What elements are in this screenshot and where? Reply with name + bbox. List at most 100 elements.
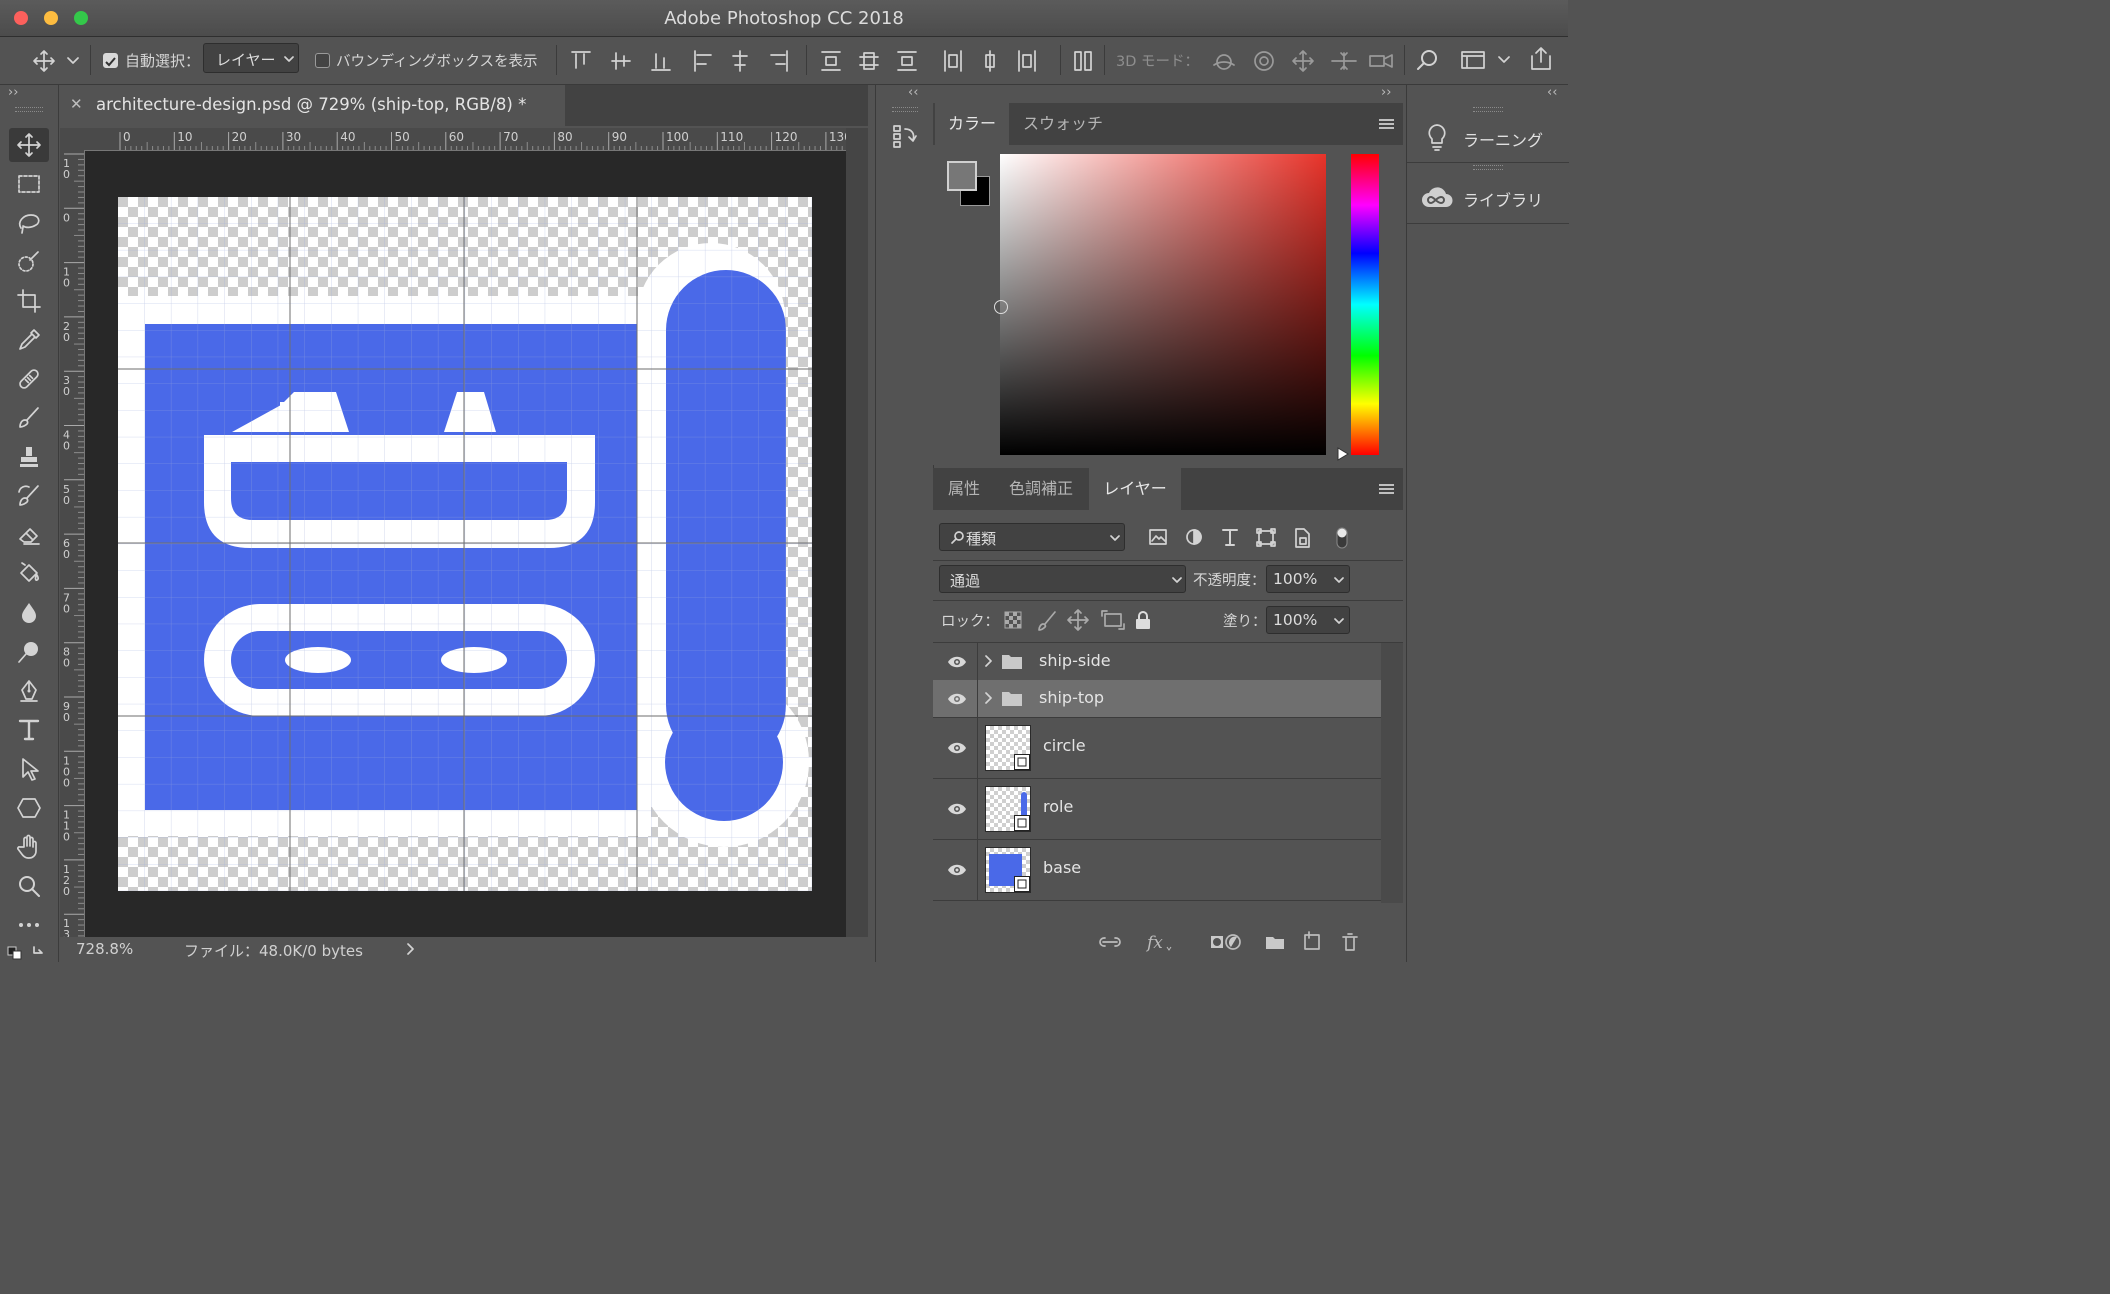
chevron-down-icon[interactable] <box>67 57 79 65</box>
lock-icons[interactable] <box>1003 608 1153 632</box>
document-tab[interactable]: ✕ architecture-design.psd @ 729% (ship-t… <box>60 85 565 126</box>
move-tool-icon[interactable] <box>32 49 56 73</box>
eraser-tool[interactable] <box>9 518 49 552</box>
layer-filter-icons[interactable] <box>1147 526 1367 550</box>
horizontal-ruler[interactable]: 0 10 20 30 40 50 60 70 80 90 100 110 120 130 <box>84 128 852 151</box>
libraries-panel-button[interactable]: ライブラリ <box>1407 173 1569 224</box>
chevron-right-icon[interactable] <box>985 692 993 704</box>
layers-panel-tabs: 属性 色調補正 レイヤー <box>933 468 1403 510</box>
blend-mode-select[interactable]: 通過 <box>939 565 1186 593</box>
collapse-panel-icon[interactable]: ‹‹ <box>1547 85 1557 100</box>
folder-icon <box>1002 692 1022 706</box>
layer-name: circle <box>1043 736 1086 755</box>
search-icon[interactable] <box>1416 47 1442 73</box>
eye-icon[interactable] <box>947 692 967 706</box>
brush-tool[interactable] <box>9 401 49 435</box>
color-field[interactable] <box>994 154 1326 455</box>
move-tool[interactable] <box>9 128 49 162</box>
panel-menu-icon[interactable] <box>1379 119 1394 121</box>
history-brush-tool[interactable] <box>9 479 49 513</box>
vertical-scrollbar[interactable] <box>846 128 868 937</box>
hue-slider[interactable] <box>1351 154 1379 455</box>
layer-filter-select[interactable]: 種類 <box>939 523 1125 551</box>
auto-select-target-select[interactable]: レイヤー <box>203 43 299 73</box>
eye-icon[interactable] <box>947 802 967 816</box>
panel-grip[interactable] <box>892 107 918 112</box>
ruler-label: 0 <box>123 130 131 144</box>
pen-icon <box>20 680 38 702</box>
tab-adjustments[interactable]: 色調補正 <box>995 468 1087 510</box>
layer-row[interactable]: ship-side <box>933 643 1381 681</box>
layer-row[interactable]: circle <box>933 717 1381 779</box>
eye-icon[interactable] <box>947 863 967 877</box>
expand-panel-icon[interactable]: ›› <box>1381 85 1391 100</box>
type-tool[interactable] <box>9 713 49 747</box>
dodge-tool[interactable] <box>9 635 49 669</box>
path-selection-tool[interactable] <box>9 752 49 786</box>
chevron-right-icon[interactable] <box>985 655 993 667</box>
eye-icon[interactable] <box>947 655 967 669</box>
color-picker-cursor[interactable] <box>994 300 1008 314</box>
blur-tool[interactable] <box>9 596 49 630</box>
zoom-level[interactable]: 728.8% <box>76 940 133 958</box>
ruler-label: 0 <box>63 711 70 724</box>
panel-grip[interactable] <box>1473 165 1503 170</box>
auto-select-checkbox[interactable] <box>103 53 118 68</box>
chevron-down-icon[interactable] <box>1498 56 1510 64</box>
clone-stamp-tool[interactable] <box>9 440 49 474</box>
fill-input[interactable]: 100% <box>1266 606 1350 634</box>
document-canvas[interactable] <box>118 197 812 891</box>
opacity-input[interactable]: 100% <box>1266 565 1350 593</box>
layers-scrollbar[interactable] <box>1381 643 1403 903</box>
auto-align-icon[interactable] <box>1072 49 1094 73</box>
ruler-label: 80 <box>557 130 572 144</box>
history-panel-icon[interactable] <box>891 123 919 151</box>
chevron-down-icon <box>1110 535 1120 541</box>
healing-brush-tool[interactable] <box>9 362 49 396</box>
panel-grip[interactable] <box>1473 107 1503 112</box>
eye-icon[interactable] <box>947 741 967 755</box>
default-colors-icon[interactable] <box>6 943 50 961</box>
layer-row[interactable]: ship-top <box>933 680 1381 718</box>
workspace-icon[interactable] <box>1460 49 1488 71</box>
tab-swatches[interactable]: スウォッチ <box>1011 103 1115 145</box>
lasso-tool[interactable] <box>9 206 49 240</box>
3d-mode-label: 3D モード： <box>1116 54 1199 70</box>
marquee-tool[interactable] <box>9 167 49 201</box>
hand-tool[interactable] <box>9 830 49 864</box>
paint-bucket-tool[interactable] <box>9 557 49 591</box>
tab-layers[interactable]: レイヤー <box>1089 468 1181 510</box>
zoom-tool[interactable] <box>9 869 49 903</box>
vertical-ruler[interactable]: 10010203040506070809010011012013 <box>60 150 85 941</box>
learn-panel-button[interactable]: ラーニング <box>1407 115 1569 163</box>
brush-icon <box>19 407 39 428</box>
layer-row[interactable]: base <box>933 839 1381 901</box>
panel-menu-icon[interactable] <box>1379 484 1394 486</box>
eraser-icon <box>19 528 40 545</box>
tab-properties[interactable]: 属性 <box>935 468 993 510</box>
collapse-panel-icon[interactable]: ‹‹ <box>908 85 918 100</box>
expand-panel-icon[interactable]: ›› <box>8 85 18 100</box>
pen-tool[interactable] <box>9 674 49 708</box>
bounding-box-checkbox[interactable] <box>315 53 330 68</box>
share-icon[interactable] <box>1528 45 1554 73</box>
type-icon <box>18 719 40 741</box>
color-panel-tabs: カラー スウォッチ <box>933 103 1403 145</box>
panel-grip[interactable] <box>15 107 43 112</box>
eyedropper-tool[interactable] <box>9 323 49 357</box>
layer-row[interactable]: role <box>933 778 1381 840</box>
quick-selection-tool[interactable] <box>9 245 49 279</box>
canvas-area[interactable] <box>85 151 846 937</box>
more-tools-button[interactable] <box>9 908 49 942</box>
layers-footer-icons[interactable]: fx <box>1099 930 1369 954</box>
tab-color[interactable]: カラー <box>935 103 1009 145</box>
layer-thumbnail <box>985 725 1031 771</box>
shape-tool[interactable] <box>9 791 49 825</box>
chevron-right-icon[interactable] <box>407 943 415 956</box>
close-tab-icon[interactable]: ✕ <box>70 95 83 113</box>
crop-tool[interactable] <box>9 284 49 318</box>
foreground-color-swatch[interactable] <box>947 161 977 191</box>
vertical-ruler-ticks: 10010203040506070809010011012013 <box>63 153 84 941</box>
arrow-cursor-icon <box>22 758 39 781</box>
hue-slider-handle[interactable] <box>1336 447 1350 461</box>
